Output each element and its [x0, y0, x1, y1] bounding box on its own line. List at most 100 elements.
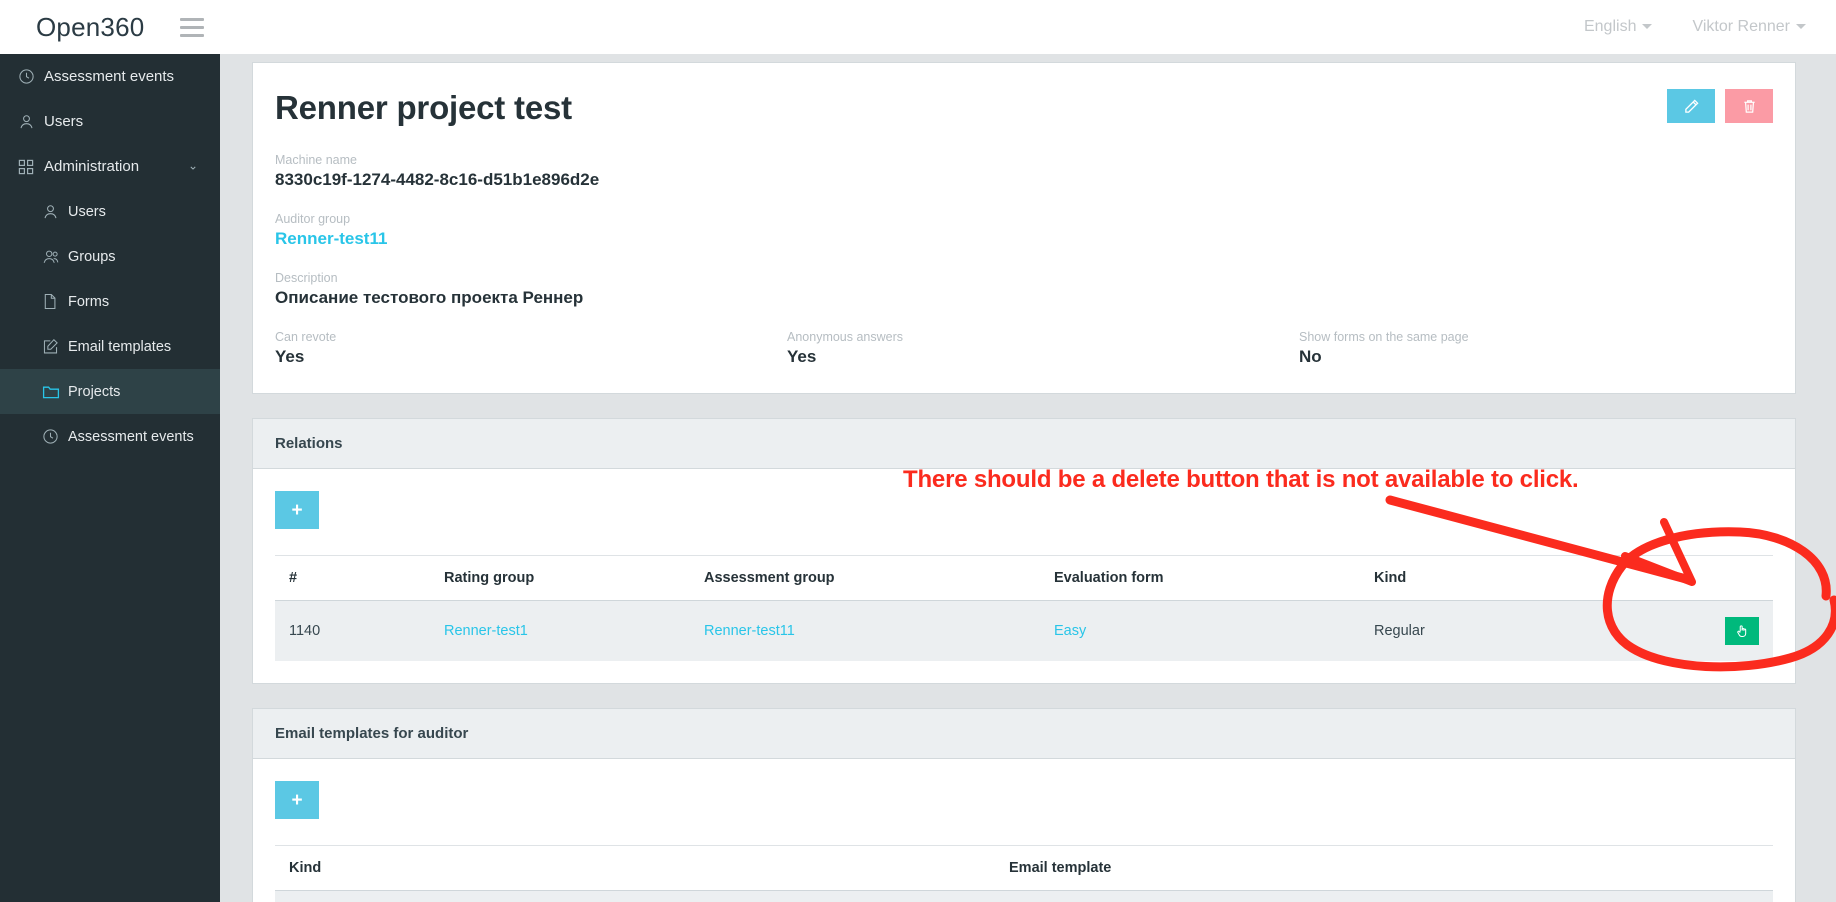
- sidebar-item-assessment-events[interactable]: Assessment events: [0, 414, 220, 459]
- project-detail-body: Renner project test Machine name 8330c19…: [253, 63, 1795, 393]
- sidebar-item-users[interactable]: Users: [0, 99, 220, 144]
- field-description: Description Описание тестового проекта Р…: [275, 271, 1773, 308]
- field-label: Anonymous answers: [787, 330, 904, 344]
- sidebar-item-label: Email templates: [68, 338, 172, 355]
- rating-group-link[interactable]: Renner-test1: [444, 623, 528, 639]
- sidebar-item-label: Users: [44, 113, 84, 130]
- hamburger-bar: [180, 17, 204, 21]
- cell-actions: ✕: [1635, 890, 1773, 902]
- sidebar-item-label: Projects: [68, 383, 121, 400]
- hand-pointer-icon: [1737, 625, 1747, 638]
- field-value: 8330c19f-1274-4482-8c16-d51b1e896d2e: [275, 170, 600, 189]
- field-value: Yes: [787, 347, 817, 366]
- add-email-template-button[interactable]: +: [275, 781, 319, 819]
- relations-body: + # Rating group Assessment group Evalua…: [253, 469, 1795, 683]
- file-icon: [42, 293, 68, 311]
- auditor-group-link[interactable]: Renner-test11: [275, 229, 1773, 249]
- cell-assessment-group: Renner-test11: [690, 600, 1040, 661]
- sidebar-item-users[interactable]: Users: [0, 189, 220, 234]
- field-can-revote: Can revote Yes: [275, 330, 787, 367]
- cell-kind: Regular: [1360, 600, 1580, 661]
- top-bar: Open360 English Viktor Renner: [0, 0, 1836, 54]
- field-label: Machine name: [275, 153, 357, 167]
- sidebar-item-label: Administration: [44, 158, 140, 175]
- col-actions: [1635, 845, 1773, 891]
- field-anonymous-answers: Anonymous answers Yes: [787, 330, 1299, 367]
- field-value: No: [1299, 347, 1322, 366]
- sidebar-item-label: Forms: [68, 293, 110, 310]
- col-id: #: [275, 555, 430, 601]
- evaluation-form-link[interactable]: Easy: [1054, 623, 1086, 639]
- email-templates-card: Email templates for auditor + Kind Email…: [252, 708, 1796, 902]
- field-show-forms-same-page: Show forms on the same page No: [1299, 330, 1811, 367]
- sidebar-item-assessment-events[interactable]: Assessment events: [0, 54, 220, 99]
- edit-project-button[interactable]: [1667, 89, 1715, 123]
- col-email-template: Email template: [995, 845, 1635, 891]
- pencil-icon: [1684, 98, 1699, 113]
- project-detail-card: Renner project test Machine name 8330c19…: [252, 62, 1796, 394]
- sidebar-item-forms[interactable]: Forms: [0, 279, 220, 324]
- hamburger-icon[interactable]: [180, 12, 210, 42]
- language-selector[interactable]: English: [1583, 18, 1653, 36]
- table-row: Email template for end event Renner-patt…: [275, 890, 1773, 902]
- field-label: Can revote: [275, 330, 337, 344]
- language-label: English: [1583, 18, 1637, 35]
- user-icon: [42, 203, 68, 221]
- field-auditor-group: Auditor group Renner-test11: [275, 212, 1773, 249]
- vertical-scrollbar[interactable]: [1818, 54, 1836, 902]
- field-value: Yes: [275, 347, 305, 366]
- sidebar-item-administration[interactable]: Administration ⌄: [0, 144, 220, 189]
- field-machine-name: Machine name 8330c19f-1274-4482-8c16-d51…: [275, 153, 1773, 190]
- relations-card: Relations + # Rating group Assessment gr…: [252, 418, 1796, 684]
- relation-action-button[interactable]: [1725, 617, 1759, 645]
- grid-icon: [18, 158, 44, 176]
- field-value: Описание тестового проекта Реннер: [275, 288, 584, 307]
- sidebar-item-groups[interactable]: Groups: [0, 234, 220, 279]
- user-name-label: Viktor Renner: [1692, 18, 1790, 35]
- project-actions: [1667, 89, 1773, 123]
- cell-email-template: Renner-pattern-mail: [995, 890, 1635, 902]
- page-title: Renner project test: [275, 89, 572, 126]
- users-icon: [42, 248, 68, 266]
- email-templates-title: Email templates for auditor: [253, 709, 1795, 759]
- table-header-row: # Rating group Assessment group Evaluati…: [275, 555, 1773, 601]
- field-label: Show forms on the same page: [1299, 330, 1469, 344]
- cell-actions: [1580, 600, 1773, 661]
- hamburger-bar: [180, 25, 204, 29]
- col-evaluation-form: Evaluation form: [1040, 555, 1360, 601]
- delete-project-button[interactable]: [1725, 89, 1773, 123]
- chevron-down-icon: [1642, 24, 1653, 30]
- sidebar: Assessment events Users Administration ⌄ Use…: [0, 54, 220, 902]
- sidebar-item-label: Assessment events: [68, 428, 194, 445]
- col-assessment-group: Assessment group: [690, 555, 1040, 601]
- email-templates-table: Kind Email template Email template for e…: [275, 845, 1773, 902]
- sidebar-item-label: Groups: [68, 248, 116, 265]
- clock-icon: [42, 428, 68, 446]
- user-menu[interactable]: Viktor Renner: [1692, 18, 1806, 36]
- cell-id: 1140: [275, 600, 430, 661]
- cell-evaluation-form: Easy: [1040, 600, 1360, 661]
- table-row: 1140 Renner-test1 Renner-test11 Easy Reg…: [275, 600, 1773, 661]
- add-relation-button[interactable]: +: [275, 491, 319, 529]
- cell-rating-group: Renner-test1: [430, 600, 690, 661]
- sidebar-item-projects[interactable]: Projects: [0, 369, 220, 414]
- clock-icon: [18, 68, 44, 86]
- cell-kind: Email template for end event: [275, 890, 995, 902]
- col-kind: Kind: [1360, 555, 1580, 601]
- field-label: Description: [275, 271, 338, 285]
- field-label: Auditor group: [275, 212, 351, 226]
- chevron-down-icon: ⌄: [187, 158, 198, 173]
- hamburger-bar: [180, 33, 204, 37]
- assessment-group-link[interactable]: Renner-test11: [704, 623, 795, 639]
- project-flags-row: Can revote Yes Anonymous answers Yes Sho…: [275, 330, 1773, 367]
- col-rating-group: Rating group: [430, 555, 690, 601]
- sidebar-item-label: Users: [68, 203, 106, 220]
- col-kind: Kind: [275, 845, 995, 891]
- user-icon: [18, 113, 44, 131]
- relations-title: Relations: [253, 419, 1795, 469]
- folder-icon: [42, 383, 68, 401]
- trash-icon: [1743, 99, 1755, 113]
- compose-icon: [42, 338, 68, 356]
- chevron-down-icon: [1796, 24, 1806, 30]
- sidebar-item-email-templates[interactable]: Email templates: [0, 324, 220, 369]
